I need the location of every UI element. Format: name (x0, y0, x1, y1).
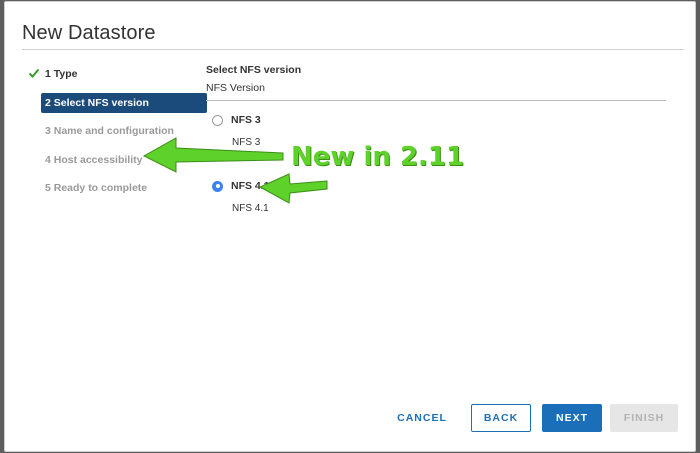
annotation-label: New in 2.11 (291, 142, 465, 172)
arrow-to-nfs41-icon (258, 173, 328, 204)
annotation-arrows (142, 137, 328, 204)
arrow-to-host-accessibility-icon (142, 137, 284, 173)
